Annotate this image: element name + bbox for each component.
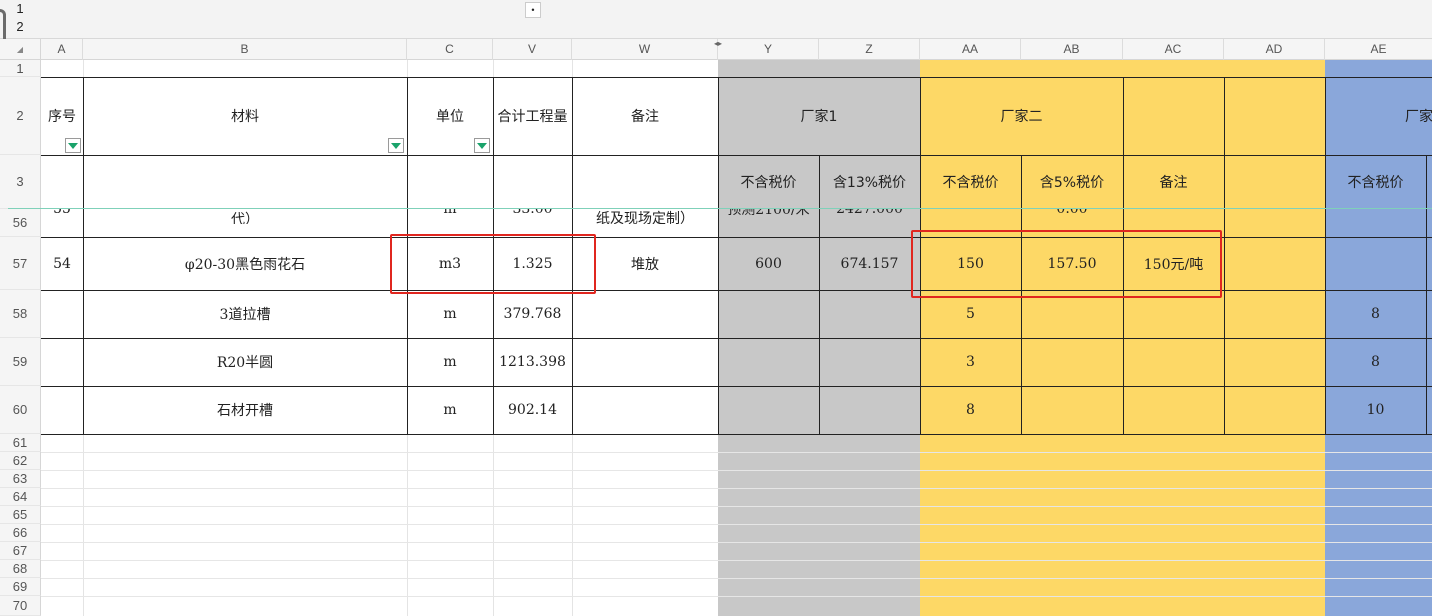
cell-c59[interactable]: m: [407, 338, 493, 386]
collapse-group-button[interactable]: •: [525, 2, 541, 18]
row-header-65[interactable]: 65: [0, 506, 41, 524]
cell-z57[interactable]: 674.157: [819, 237, 920, 290]
cell-y57[interactable]: 600: [718, 237, 819, 290]
cell-ab59[interactable]: [1021, 338, 1123, 386]
header-total-qty[interactable]: 合计工程量: [493, 77, 572, 155]
column-header-a[interactable]: A: [41, 39, 83, 60]
filter-dropdown-material[interactable]: [388, 138, 404, 153]
header-vendor2[interactable]: 厂家二: [920, 77, 1123, 155]
row-header-58[interactable]: 58: [0, 290, 41, 338]
column-header-b[interactable]: B: [83, 39, 407, 60]
cell-ab60[interactable]: [1021, 386, 1123, 434]
row-header-70[interactable]: 70: [0, 596, 41, 616]
header-remark[interactable]: 备注: [572, 77, 718, 155]
highlight-box-unit-qty: [390, 234, 596, 294]
freeze-pane-line[interactable]: [8, 208, 1432, 209]
cell-b59[interactable]: R20半圆: [83, 338, 407, 386]
cell-a58[interactable]: [41, 290, 83, 338]
column-header-ad[interactable]: AD: [1224, 39, 1325, 60]
cell-aa59[interactable]: 3: [920, 338, 1021, 386]
cell-w60[interactable]: [572, 386, 718, 434]
cell-ae58[interactable]: 8: [1325, 290, 1426, 338]
cell-y59[interactable]: [718, 338, 819, 386]
cell-w58[interactable]: [572, 290, 718, 338]
header-vendor3[interactable]: 厂家: [1405, 77, 1432, 155]
column-header-z[interactable]: Z: [819, 39, 920, 60]
row-header-1[interactable]: 1: [0, 60, 41, 77]
cell-z58[interactable]: [819, 290, 920, 338]
cell-ae57[interactable]: [1325, 237, 1426, 290]
row-header-59[interactable]: 59: [0, 338, 41, 386]
header-z-price-incl13[interactable]: 含13%税价: [819, 155, 920, 209]
header-ae-price-excl[interactable]: 不含税价: [1325, 155, 1426, 209]
row-header-66[interactable]: 66: [0, 524, 41, 542]
row-header-56[interactable]: 56: [0, 209, 41, 237]
header-ab-price-incl5[interactable]: 含5%税价: [1021, 155, 1123, 209]
cell-c60[interactable]: m: [407, 386, 493, 434]
cell-v59[interactable]: 1213.398: [493, 338, 572, 386]
column-header-y[interactable]: Y: [718, 39, 819, 60]
outline-level-1-button[interactable]: 1: [0, 1, 40, 16]
cell-v60[interactable]: 902.14: [493, 386, 572, 434]
row-header-62[interactable]: 62: [0, 452, 41, 470]
row-header-61[interactable]: 61: [0, 434, 41, 452]
cell-c58[interactable]: m: [407, 290, 493, 338]
row-header-3[interactable]: 3: [0, 155, 41, 209]
header-ac-remark[interactable]: 备注: [1123, 155, 1224, 209]
row-header-68[interactable]: 68: [0, 560, 41, 578]
column-header-c[interactable]: C: [407, 39, 493, 60]
cell-ac60[interactable]: [1123, 386, 1224, 434]
cell-a57[interactable]: 54: [41, 237, 83, 290]
row-header-64[interactable]: 64: [0, 488, 41, 506]
select-all-corner[interactable]: ◢: [0, 39, 41, 60]
column-header-ac[interactable]: AC: [1123, 39, 1224, 60]
cell-ae60[interactable]: 10: [1325, 386, 1426, 434]
cell-b60[interactable]: 石材开槽: [83, 386, 407, 434]
header-aa-price-excl[interactable]: 不含税价: [920, 155, 1021, 209]
header-y-price-excl[interactable]: 不含税价: [718, 155, 819, 209]
hidden-columns-handle[interactable]: ◂▸: [711, 40, 725, 48]
filter-dropdown-seq[interactable]: [65, 138, 81, 153]
cell-ac59[interactable]: [1123, 338, 1224, 386]
column-header-v[interactable]: V: [493, 39, 572, 60]
column-header-aa[interactable]: AA: [920, 39, 1021, 60]
cell-aa60[interactable]: 8: [920, 386, 1021, 434]
cell-ae59[interactable]: 8: [1325, 338, 1426, 386]
cell-z60[interactable]: [819, 386, 920, 434]
row-header-2[interactable]: 2: [0, 77, 41, 155]
cell-v58[interactable]: 379.768: [493, 290, 572, 338]
filter-dropdown-unit[interactable]: [474, 138, 490, 153]
cell-w59[interactable]: [572, 338, 718, 386]
row-header-63[interactable]: 63: [0, 470, 41, 488]
header-vendor1[interactable]: 厂家1: [718, 77, 920, 155]
column-header-ab[interactable]: AB: [1021, 39, 1123, 60]
cell-y60[interactable]: [718, 386, 819, 434]
row-header-67[interactable]: 67: [0, 542, 41, 560]
column-header-ae[interactable]: AE: [1325, 39, 1432, 60]
column-header-w[interactable]: W: [572, 39, 718, 60]
cell-y58[interactable]: [718, 290, 819, 338]
cell-b58[interactable]: 3道拉槽: [83, 290, 407, 338]
cell-a60[interactable]: [41, 386, 83, 434]
cell-b57[interactable]: φ20-30黑色雨花石: [83, 237, 407, 290]
row-header-57[interactable]: 57: [0, 237, 41, 290]
outline-level-2-button[interactable]: 2: [0, 19, 40, 34]
row-header-60[interactable]: 60: [0, 386, 41, 434]
cell-a59[interactable]: [41, 338, 83, 386]
highlight-box-vendor2-prices: [911, 230, 1222, 298]
outline-bar: [0, 0, 1432, 39]
cell-z59[interactable]: [819, 338, 920, 386]
header-material[interactable]: 材料: [83, 77, 407, 155]
row-header-69[interactable]: 69: [0, 578, 41, 596]
